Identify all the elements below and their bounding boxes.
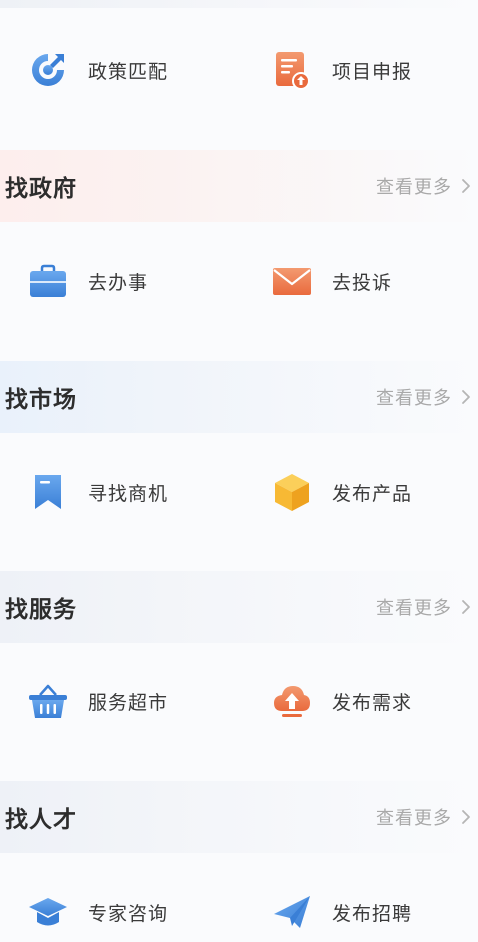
expert-consult-button[interactable]: 专家咨询: [28, 882, 168, 942]
project-apply-label: 项目申报: [332, 60, 413, 83]
gov-row: 去办事 去投诉: [0, 251, 478, 311]
talent-row: 专家咨询 发布招聘: [0, 882, 478, 942]
section-title: 找市场: [5, 387, 77, 413]
section-title: 找人才: [5, 807, 77, 833]
view-more-market-link[interactable]: 查看更多: [376, 384, 472, 410]
go-complain-button[interactable]: 去投诉: [272, 251, 392, 311]
find-opportunity-label: 寻找商机: [88, 482, 169, 505]
section-header-service: 找服务 查看更多: [0, 571, 478, 643]
section-header-market: 找市场 查看更多: [0, 361, 478, 433]
section-title: 找政府: [5, 176, 77, 202]
view-more-gov-link[interactable]: 查看更多: [376, 173, 472, 199]
publish-product-label: 发布产品: [332, 482, 413, 505]
publish-recruit-button[interactable]: 发布招聘: [272, 882, 412, 942]
box-icon: [272, 472, 312, 512]
chevron-right-icon: [460, 177, 472, 195]
cloud-upload-icon: [272, 681, 312, 721]
publish-product-button[interactable]: 发布产品: [272, 462, 412, 522]
section-title: 找服务: [5, 597, 77, 623]
publish-recruit-label: 发布招聘: [332, 902, 413, 925]
find-opportunity-button[interactable]: 寻找商机: [28, 462, 168, 522]
expert-consult-label: 专家咨询: [88, 902, 169, 925]
view-more-label: 查看更多: [376, 598, 452, 619]
section-header-gov: 找政府 查看更多: [0, 150, 478, 222]
service-market-button[interactable]: 服务超市: [28, 671, 168, 731]
briefcase-icon: [28, 261, 68, 301]
market-row: 寻找商机 发布产品: [0, 462, 478, 522]
publish-demand-button[interactable]: 发布需求: [272, 671, 412, 731]
document-upload-icon: [272, 50, 312, 90]
view-more-talent-link[interactable]: 查看更多: [376, 804, 472, 830]
go-handle-affairs-label: 去办事: [88, 271, 149, 294]
chevron-right-icon: [460, 808, 472, 826]
refresh-target-icon: [28, 50, 68, 90]
graduation-cap-icon: [28, 892, 68, 932]
policy-match-button[interactable]: 政策匹配: [28, 40, 168, 100]
basket-icon: [28, 681, 68, 721]
view-more-label: 查看更多: [376, 388, 452, 409]
bookmark-icon: [28, 472, 68, 512]
policy-match-label: 政策匹配: [88, 60, 169, 83]
go-complain-label: 去投诉: [332, 271, 393, 294]
chevron-right-icon: [460, 388, 472, 406]
envelope-icon: [272, 261, 312, 301]
go-handle-affairs-button[interactable]: 去办事: [28, 251, 148, 311]
chevron-right-icon: [460, 598, 472, 616]
publish-demand-label: 发布需求: [332, 691, 413, 714]
page: 政策匹配 项目申报 找政府 查看更多 去办事 去投诉 找市场 查看更多 寻找商机…: [0, 0, 478, 928]
service-market-label: 服务超市: [88, 691, 169, 714]
section-header-talent: 找人才 查看更多: [0, 781, 478, 853]
service-row: 服务超市 发布需求: [0, 671, 478, 731]
project-apply-button[interactable]: 项目申报: [272, 40, 412, 100]
paper-plane-icon: [272, 892, 312, 932]
policy-row: 政策匹配 项目申报: [0, 40, 478, 100]
view-more-label: 查看更多: [376, 808, 452, 829]
view-more-label: 查看更多: [376, 177, 452, 198]
view-more-service-link[interactable]: 查看更多: [376, 594, 472, 620]
top-strip: [0, 0, 478, 8]
